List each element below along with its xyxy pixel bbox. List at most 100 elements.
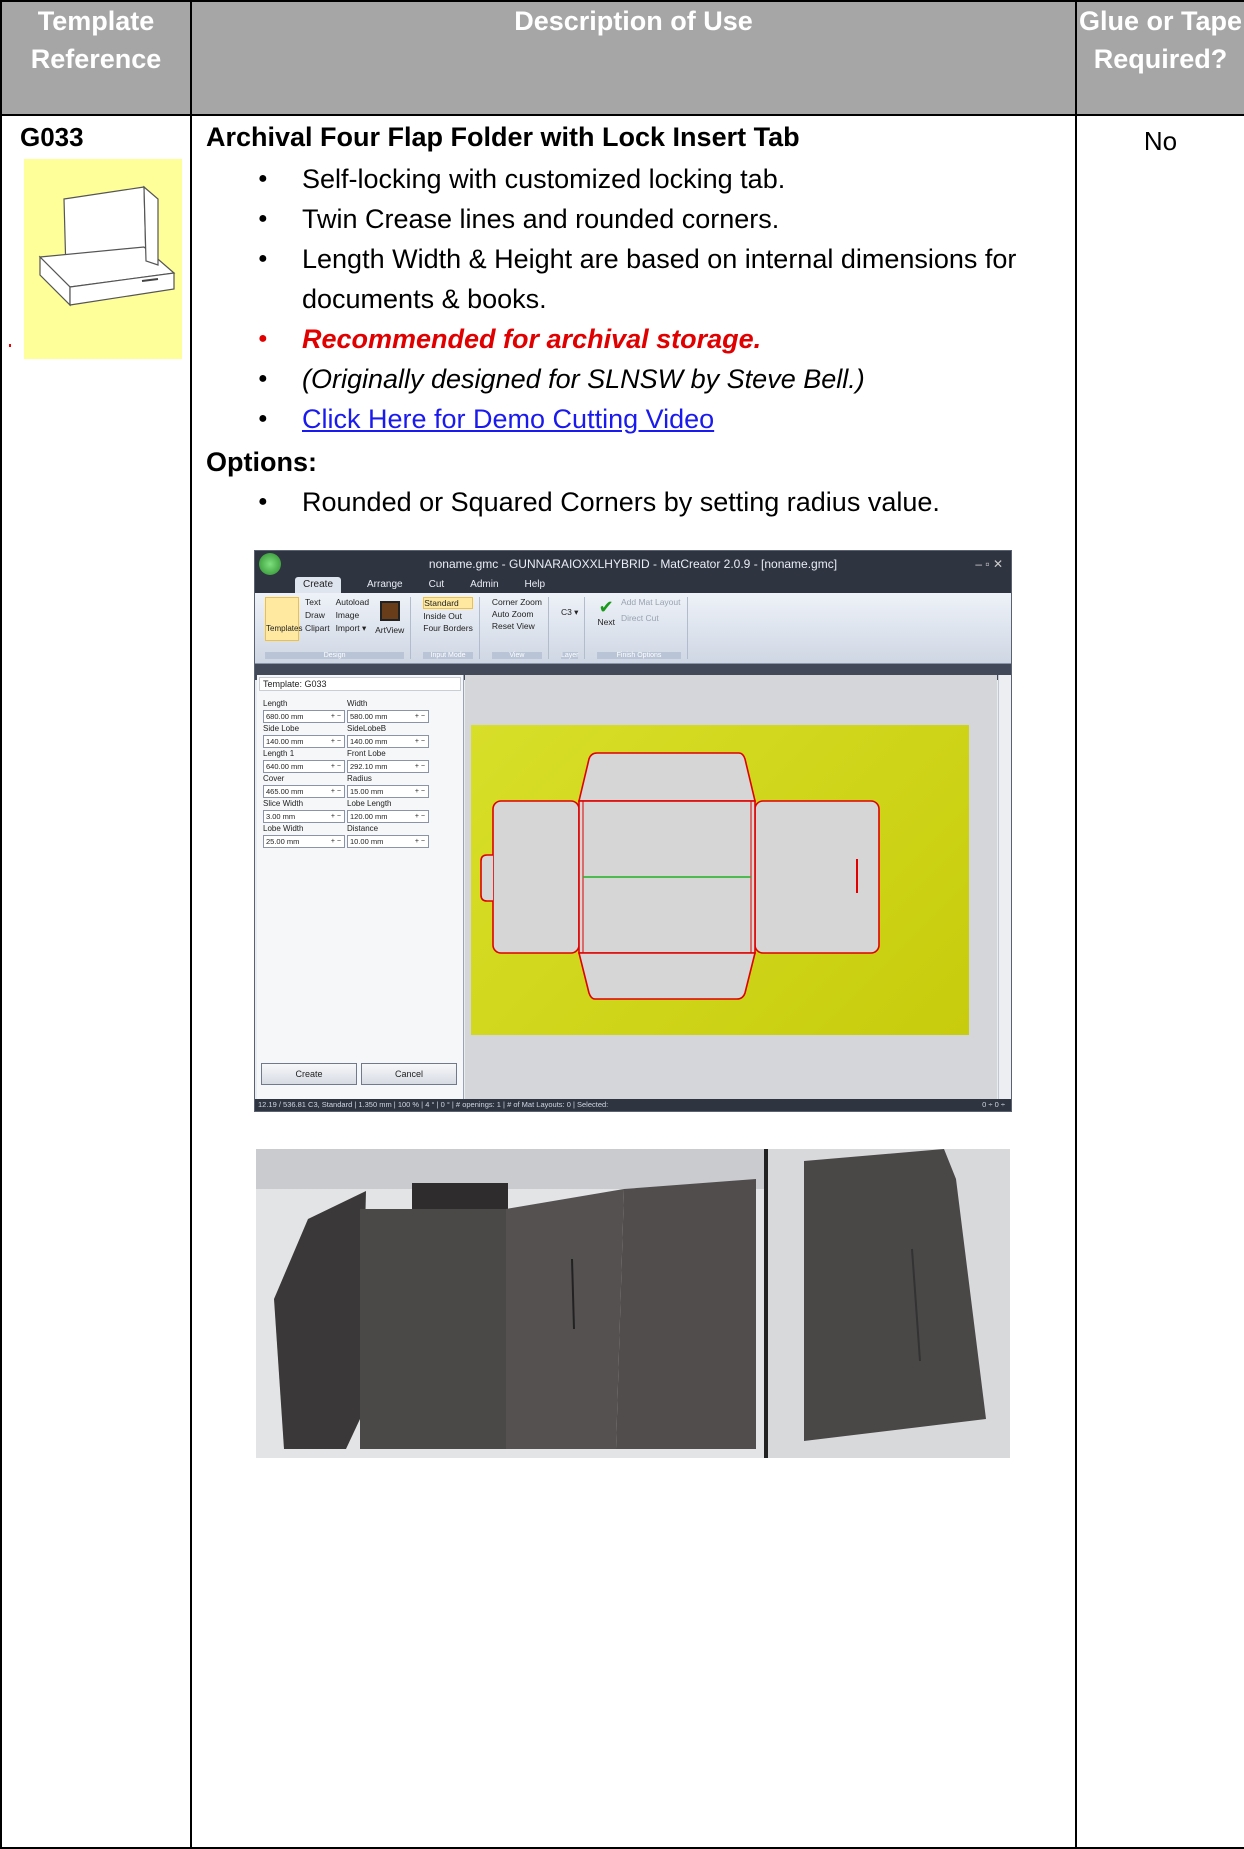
field-input[interactable]: 140.00 mm [263,735,345,748]
tab-arrange[interactable]: Arrange [367,577,403,593]
field-input[interactable]: 25.00 mm [263,835,345,848]
field-label: Length [263,699,288,708]
layer-select[interactable]: C3 ▾ [561,607,579,618]
artview-icon [379,601,400,621]
field-input[interactable]: 120.00 mm [347,810,429,823]
parameters-panel: Template: G033 Length 680.00 mmWidth 580.0… [257,675,464,1099]
folder-thumbnail-icon [38,185,176,307]
options-list: Rounded or Squared Corners by setting ra… [206,482,1061,522]
ribbon: Templates Text Draw Clipart Autoload Ima… [255,593,1011,664]
list-item: Length Width & Height are based on inter… [258,239,1061,319]
cancel-button[interactable]: Cancel [361,1063,457,1085]
field-input[interactable]: 140.00 mm [347,735,429,748]
draw-button[interactable]: Draw [305,610,330,620]
vertical-scrollbar[interactable] [998,675,1011,1099]
tab-admin[interactable]: Admin [470,577,498,593]
add-mat-layout-button[interactable]: Add Mat Layout [621,597,681,607]
status-spinners[interactable]: 0 ÷ 0 ÷ [982,1099,1005,1111]
reference-cell: G033 [0,114,192,1849]
folder-cut-layout [480,752,880,1000]
standard-button[interactable]: Standard [423,597,473,609]
templates-button[interactable]: Templates [265,597,302,641]
template-code: G033 [20,122,84,152]
options-label: Options: [206,447,317,477]
template-thumbnail [24,159,182,359]
left-flap [492,800,580,954]
status-bar: 12.19 / 536.81 C3, Standard | 1.350 mm |… [255,1099,1011,1111]
create-button[interactable]: Create [261,1063,357,1085]
field-label: Side Lobe [263,724,300,733]
four-borders-button[interactable]: Four Borders [423,623,473,633]
autoload-button[interactable]: Autoload [336,597,370,607]
window-controls-icon[interactable]: – ▫ ✕ [975,551,1003,577]
field-input[interactable]: 580.00 mm [347,710,429,723]
next-button[interactable]: Next [597,617,614,627]
field-input[interactable]: 15.00 mm [347,785,429,798]
field-label: SideLobeB [347,724,387,733]
list-item: Self-locking with customized locking tab… [258,159,1061,199]
bottom-flap [577,952,757,1000]
text-button[interactable]: Text [305,597,330,607]
corner-zoom-button[interactable]: Corner Zoom [492,597,542,607]
window-title: noname.gmc - GUNNARAIOXXLHYBRID - MatCre… [428,557,838,571]
tab-help[interactable]: Help [525,577,546,593]
inside-out-button[interactable]: Inside Out [423,611,473,621]
direct-cut-button[interactable]: Direct Cut [621,613,681,623]
field-label: Front Lobe [347,749,386,758]
demo-video-link[interactable]: Click Here for Demo Cutting Video [302,404,714,434]
ribbon-group-view: Corner Zoom Auto Zoom Reset View View [486,597,549,659]
window-titlebar: noname.gmc - GUNNARAIOXXLHYBRID - MatCre… [255,551,1011,577]
import-button[interactable]: Import ▾ [336,623,370,634]
auto-zoom-button[interactable]: Auto Zoom [492,609,542,619]
document-page: Template Reference Description of Use Gl… [0,0,1244,1849]
field-label: Radius [347,774,372,783]
reset-view-button[interactable]: Reset View [492,621,542,631]
tab-create[interactable]: Create [295,577,342,593]
credit-note: (Originally designed for SLNSW by Steve … [258,359,1061,399]
group-label: Layer [560,652,579,659]
field-input[interactable]: 10.00 mm [347,835,429,848]
ribbon-group-layer: C3 ▾ Layer [555,597,586,659]
header-glue-tape: Glue or Tape Required? [1075,0,1244,116]
header-description: Description of Use [190,0,1077,116]
template-label: Template: G033 [259,677,461,691]
field-label: Length 1 [263,749,295,758]
menu-tabs: Create Arrange Cut Admin Help [255,577,1011,593]
group-label: Input Mode [423,652,473,659]
field-label: Slice Width [263,799,304,808]
red-mark [9,344,11,347]
artview-button[interactable]: ArtView [375,625,404,635]
list-item: Rounded or Squared Corners by setting ra… [258,482,1061,522]
field-input[interactable]: 640.00 mm [263,760,345,773]
field-input[interactable]: 465.00 mm [263,785,345,798]
tab-cut[interactable]: Cut [429,577,445,593]
field-label: Width [347,699,368,708]
matcreator-screenshot: noname.gmc - GUNNARAIOXXLHYBRID - MatCre… [254,550,1012,1112]
image-button[interactable]: Image [336,610,370,620]
field-input[interactable]: 3.00 mm [263,810,345,823]
feature-list: Self-locking with customized locking tab… [206,159,1061,439]
template-title: Archival Four Flap Folder with Lock Inse… [206,122,800,152]
list-item: Twin Crease lines and rounded corners. [258,199,1061,239]
list-item: Click Here for Demo Cutting Video [258,399,1061,439]
glue-cell: No [1075,114,1244,1849]
group-label: View [491,652,542,659]
design-canvas[interactable] [465,675,997,1099]
right-flap [754,800,880,954]
ribbon-group-design: Templates Text Draw Clipart Autoload Ima… [259,597,412,659]
group-label: Finish Options [597,652,681,659]
app-logo-icon [259,553,281,575]
field-input[interactable]: 292.10 mm [347,760,429,773]
field-label: Distance [347,824,379,833]
folder-photo-image [256,1149,1010,1458]
field-label: Cover [263,774,285,783]
ribbon-group-input: Standard Inside Out Four Borders Input M… [417,597,480,659]
header-template-reference: Template Reference [0,0,192,116]
checkmark-icon: ✔ [598,597,614,617]
clipart-button[interactable]: Clipart [305,623,330,633]
recommended-note: Recommended for archival storage. [258,319,1061,359]
top-flap [577,752,757,802]
group-label: Design [265,652,405,659]
field-input[interactable]: 680.00 mm [263,710,345,723]
header-row: Template Reference Description of Use Gl… [0,0,1244,116]
